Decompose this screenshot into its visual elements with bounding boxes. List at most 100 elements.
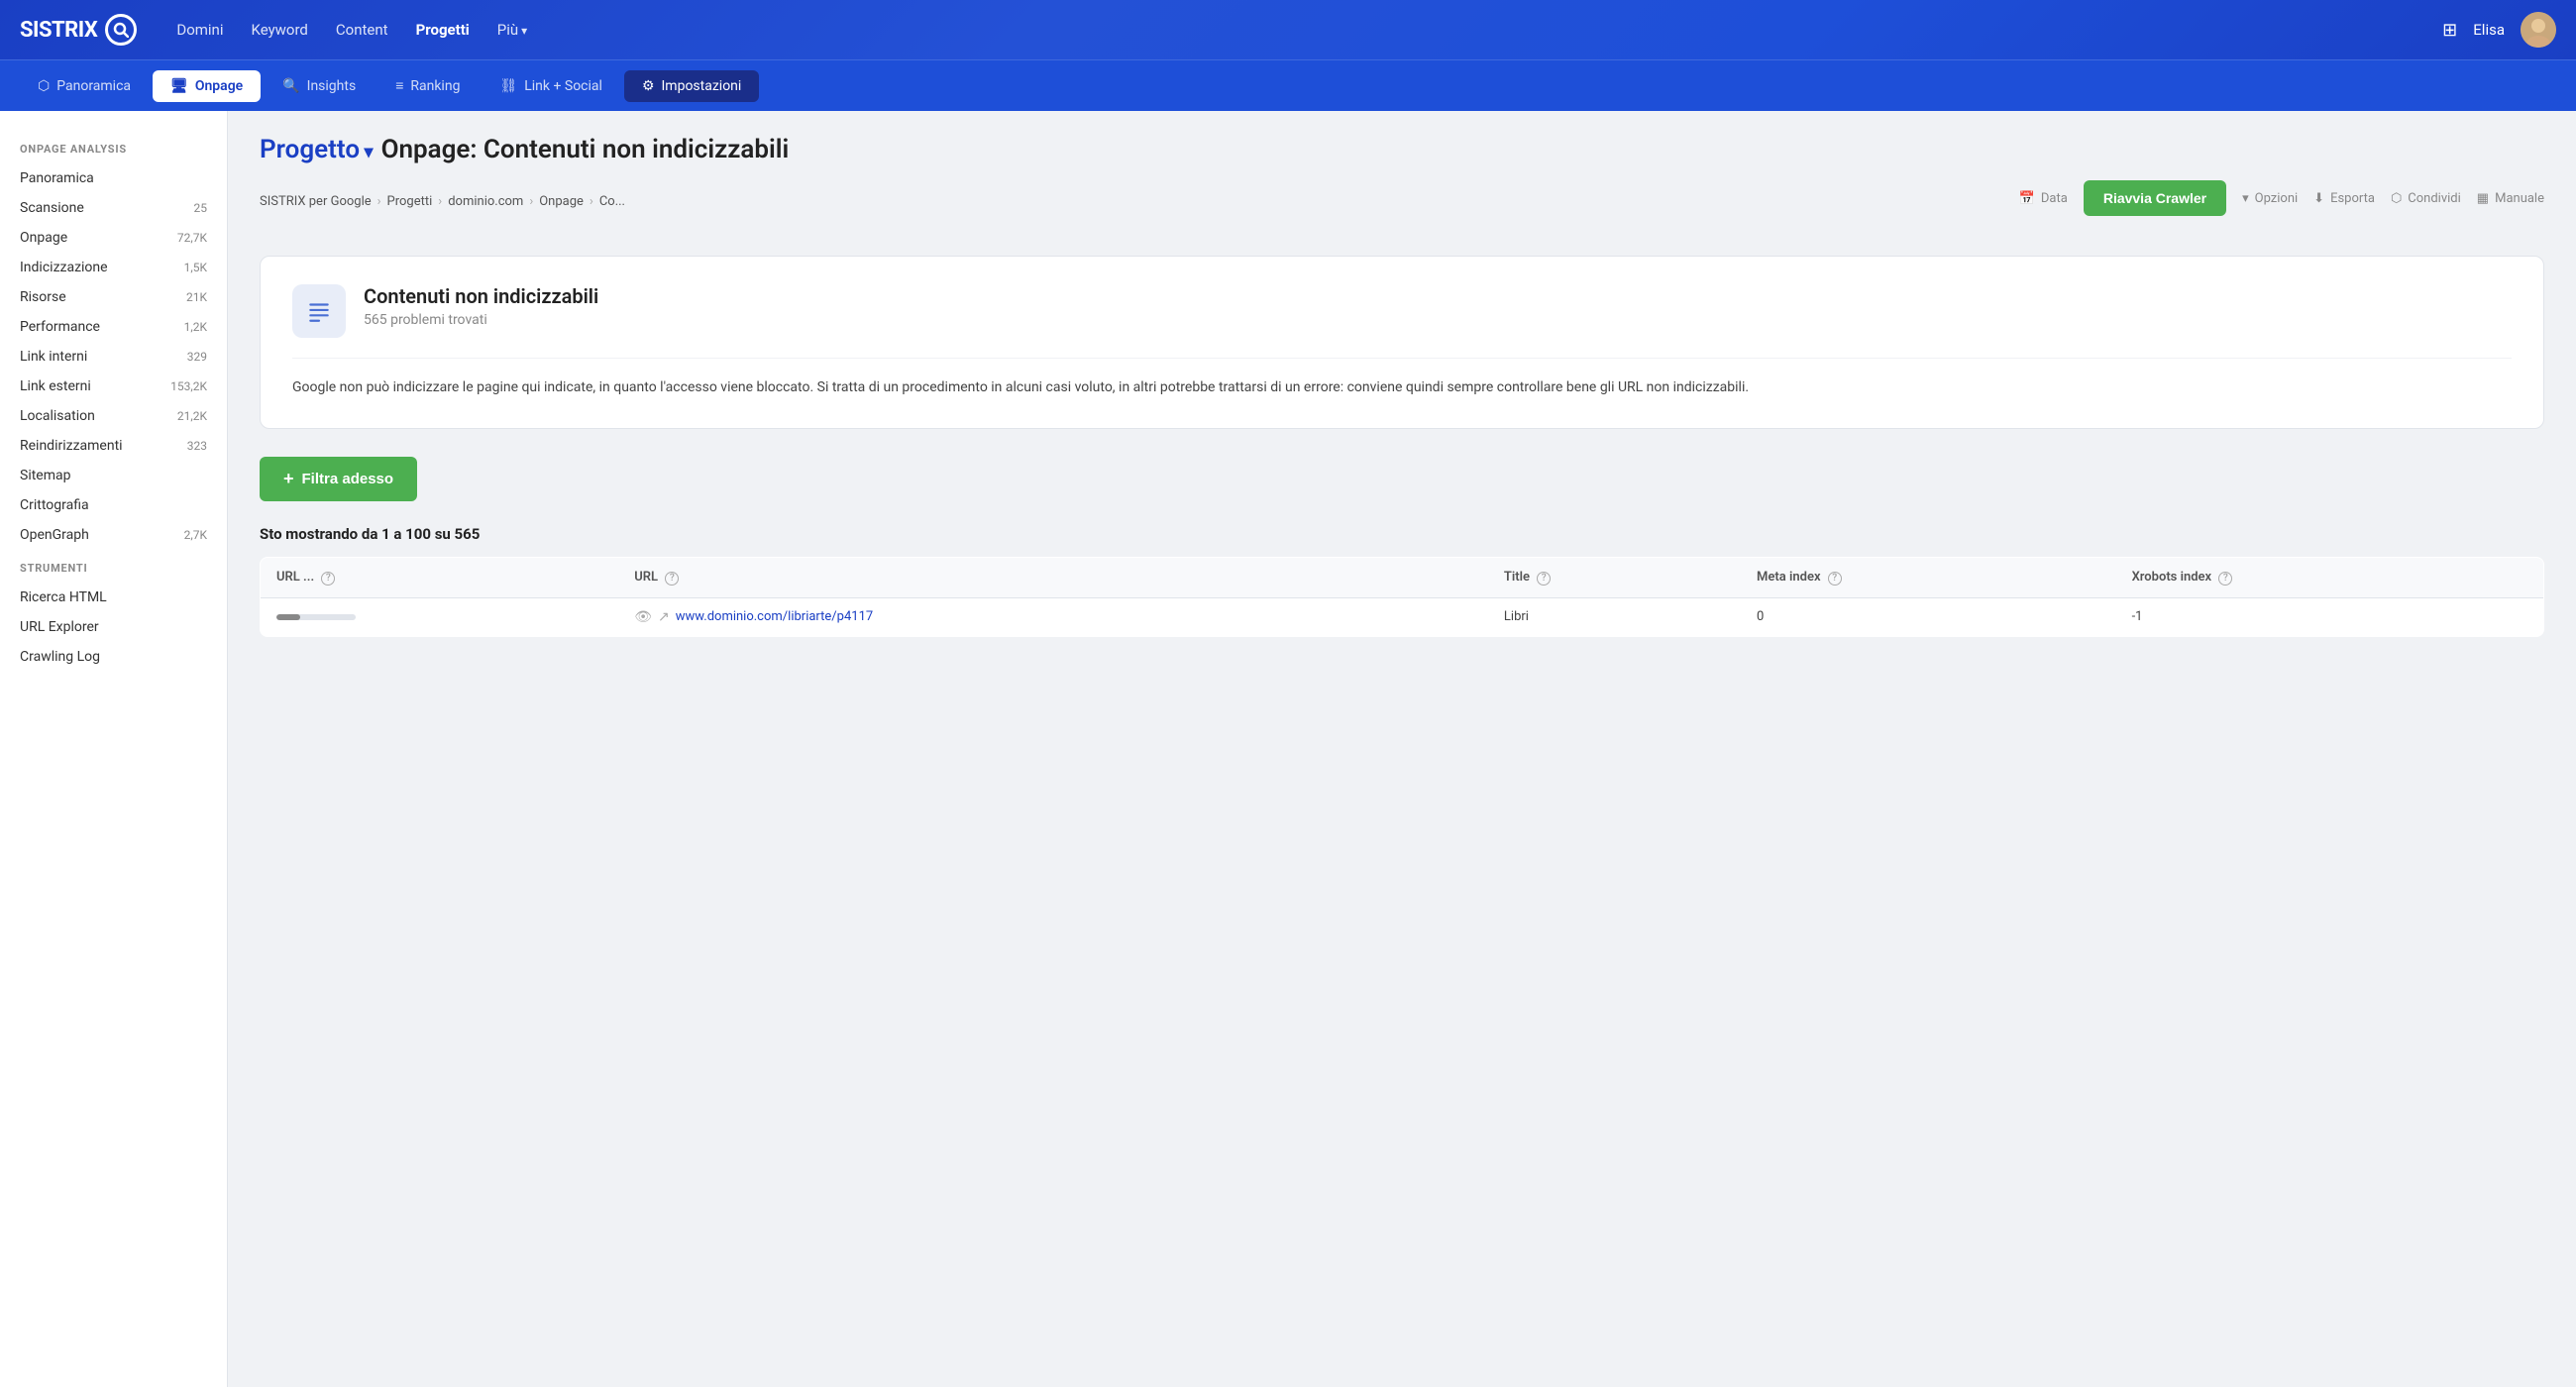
table-row: 👁 ↗ www.dominio.com/libriarte/p4117 Libr… bbox=[261, 597, 2544, 636]
help-icon-url-bar[interactable]: ? bbox=[321, 572, 335, 586]
search-icon: 🔍 bbox=[282, 78, 299, 94]
toolbar: 📅 Data Riavvia Crawler ▾ Opzioni ⬇ Espor… bbox=[2019, 180, 2544, 216]
share-icon: ⬡ bbox=[2391, 191, 2402, 206]
page-layout: ONPAGE ANALYSIS Panoramica Scansione 25 … bbox=[0, 111, 2576, 1387]
help-icon-url[interactable]: ? bbox=[665, 572, 679, 586]
sidebar-item-scansione[interactable]: Scansione 25 bbox=[0, 193, 227, 223]
help-icon-xrobots-index[interactable]: ? bbox=[2218, 572, 2232, 586]
sidebar-item-opengraph[interactable]: OpenGraph 2,7K bbox=[0, 520, 227, 550]
card-subtitle: 565 problemi trovati bbox=[364, 312, 598, 328]
sidebar: ONPAGE ANALYSIS Panoramica Scansione 25 … bbox=[0, 111, 228, 1387]
cell-meta-index: 0 bbox=[1741, 597, 2116, 636]
list-icon bbox=[306, 298, 332, 324]
options-button[interactable]: ▾ Opzioni bbox=[2242, 191, 2298, 206]
card-text: Contenuti non indicizzabili 565 problemi… bbox=[364, 284, 598, 328]
sidebar-item-reindirizzamenti[interactable]: Reindirizzamenti 323 bbox=[0, 431, 227, 461]
tab-ranking[interactable]: ≡ Ranking bbox=[377, 69, 478, 102]
sidebar-section-onpage: ONPAGE ANALYSIS bbox=[0, 131, 227, 163]
sidebar-item-link-esterni[interactable]: Link esterni 153,2K bbox=[0, 372, 227, 401]
cell-url: 👁 ↗ www.dominio.com/libriarte/p4117 bbox=[618, 597, 1488, 636]
card-icon-box bbox=[292, 284, 346, 338]
tab-impostazioni[interactable]: ⚙ Impostazioni bbox=[624, 70, 759, 102]
plus-icon: + bbox=[283, 469, 294, 489]
top-navigation: SISTRIX Domini Keyword Content Progetti … bbox=[0, 0, 2576, 59]
breadcrumb-sistrix[interactable]: SISTRIX per Google bbox=[260, 194, 372, 209]
logo[interactable]: SISTRIX bbox=[20, 14, 137, 46]
col-url: URL ? bbox=[618, 557, 1488, 597]
breadcrumb-onpage[interactable]: Onpage bbox=[539, 194, 584, 209]
book-icon: ▦ bbox=[2477, 191, 2489, 206]
col-meta-index: Meta index ? bbox=[1741, 557, 2116, 597]
page-title-row: Progetto Onpage: Contenuti non indicizza… bbox=[260, 135, 2544, 164]
page-header: Progetto Onpage: Contenuti non indicizza… bbox=[260, 135, 2544, 164]
nav-progetti[interactable]: Progetti bbox=[416, 21, 470, 39]
url-link[interactable]: www.dominio.com/libriarte/p4117 bbox=[676, 609, 873, 624]
col-title: Title ? bbox=[1488, 557, 1741, 597]
nav-domini[interactable]: Domini bbox=[176, 21, 223, 39]
sidebar-item-indicizzazione[interactable]: Indicizzazione 1,5K bbox=[0, 253, 227, 282]
sidebar-item-localisation[interactable]: Localisation 21,2K bbox=[0, 401, 227, 431]
breadcrumb-current[interactable]: Co... bbox=[599, 194, 625, 209]
help-icon-title[interactable]: ? bbox=[1537, 572, 1551, 586]
monitor-icon: 🖥 bbox=[170, 78, 188, 94]
cell-url-bar bbox=[261, 597, 619, 636]
data-table: URL ... ? URL ? Title ? Meta index bbox=[260, 557, 2544, 637]
tab-insights[interactable]: 🔍 Insights bbox=[265, 70, 374, 102]
breadcrumb-progetti[interactable]: Progetti bbox=[387, 194, 433, 209]
nav-piu[interactable]: Più bbox=[497, 21, 527, 39]
gear-icon: ⚙ bbox=[642, 78, 655, 94]
tab-link-social[interactable]: ⛓ Link + Social bbox=[482, 70, 620, 102]
nav-content[interactable]: Content bbox=[336, 21, 388, 39]
info-card: Contenuti non indicizzabili 565 problemi… bbox=[260, 256, 2544, 429]
top-nav-links: Domini Keyword Content Progetti Più bbox=[176, 21, 2413, 39]
chevron-down-icon: ▾ bbox=[2242, 191, 2249, 206]
sidebar-item-link-interni[interactable]: Link interni 329 bbox=[0, 342, 227, 372]
bars-icon: ≡ bbox=[395, 77, 403, 94]
date-picker[interactable]: 📅 Data bbox=[2019, 191, 2068, 206]
breadcrumb-dominio[interactable]: dominio.com bbox=[448, 194, 523, 209]
external-link-icon[interactable]: ↗ bbox=[658, 609, 670, 625]
sidebar-item-url-explorer[interactable]: URL Explorer bbox=[0, 612, 227, 642]
manual-button[interactable]: ▦ Manuale bbox=[2477, 191, 2544, 206]
page-title: Onpage: Contenuti non indicizzabili bbox=[381, 135, 790, 164]
second-navigation: ⬡ Panoramica 🖥 Onpage 🔍 Insights ≡ Ranki… bbox=[0, 59, 2576, 111]
sidebar-item-performance[interactable]: Performance 1,2K bbox=[0, 312, 227, 342]
restart-crawler-button[interactable]: Riavvia Crawler bbox=[2084, 180, 2226, 216]
sidebar-item-sitemap[interactable]: Sitemap bbox=[0, 461, 227, 490]
sidebar-item-risorse[interactable]: Risorse 21K bbox=[0, 282, 227, 312]
nav-keyword[interactable]: Keyword bbox=[251, 21, 307, 39]
sidebar-item-onpage[interactable]: Onpage 72,7K bbox=[0, 223, 227, 253]
cube-icon: ⬡ bbox=[38, 78, 50, 94]
table-section: Sto mostrando da 1 a 100 su 565 URL ... … bbox=[260, 525, 2544, 637]
download-icon: ⬇ bbox=[2313, 191, 2324, 206]
user-name[interactable]: Elisa bbox=[2473, 21, 2505, 39]
top-nav-right: ⊞ Elisa bbox=[2442, 12, 2556, 48]
export-button[interactable]: ⬇ Esporta bbox=[2313, 191, 2375, 206]
card-title: Contenuti non indicizzabili bbox=[364, 284, 598, 308]
card-description: Google non può indicizzare le pagine qui… bbox=[292, 358, 2512, 400]
col-url-bar: URL ... ? bbox=[261, 557, 619, 597]
filter-button[interactable]: + Filtra adesso bbox=[260, 457, 417, 501]
sidebar-section-strumenti: STRUMENTI bbox=[0, 550, 227, 583]
card-header: Contenuti non indicizzabili 565 problemi… bbox=[292, 284, 2512, 338]
breadcrumb: SISTRIX per Google › Progetti › dominio.… bbox=[260, 194, 625, 209]
sidebar-item-crawling-log[interactable]: Crawling Log bbox=[0, 642, 227, 672]
main-content: Progetto Onpage: Contenuti non indicizza… bbox=[228, 111, 2576, 1387]
logo-icon bbox=[105, 14, 137, 46]
link-icon: ⛓ bbox=[499, 78, 517, 94]
project-selector[interactable]: Progetto bbox=[260, 135, 374, 164]
logo-text: SISTRIX bbox=[20, 18, 97, 43]
share-button[interactable]: ⬡ Condividi bbox=[2391, 191, 2461, 206]
sidebar-item-crittografia[interactable]: Crittografia bbox=[0, 490, 227, 520]
sidebar-item-panoramica[interactable]: Panoramica bbox=[0, 163, 227, 193]
table-count: Sto mostrando da 1 a 100 su 565 bbox=[260, 525, 2544, 543]
col-xrobots-index: Xrobots index ? bbox=[2116, 557, 2544, 597]
avatar[interactable] bbox=[2521, 12, 2556, 48]
sidebar-item-ricerca-html[interactable]: Ricerca HTML bbox=[0, 583, 227, 612]
help-icon-meta-index[interactable]: ? bbox=[1828, 572, 1842, 586]
eye-icon[interactable]: 👁 bbox=[634, 609, 652, 625]
cell-xrobots-index: -1 bbox=[2116, 597, 2544, 636]
tab-onpage[interactable]: 🖥 Onpage bbox=[153, 70, 261, 102]
grid-icon[interactable]: ⊞ bbox=[2442, 20, 2457, 41]
tab-panoramica[interactable]: ⬡ Panoramica bbox=[20, 70, 149, 102]
